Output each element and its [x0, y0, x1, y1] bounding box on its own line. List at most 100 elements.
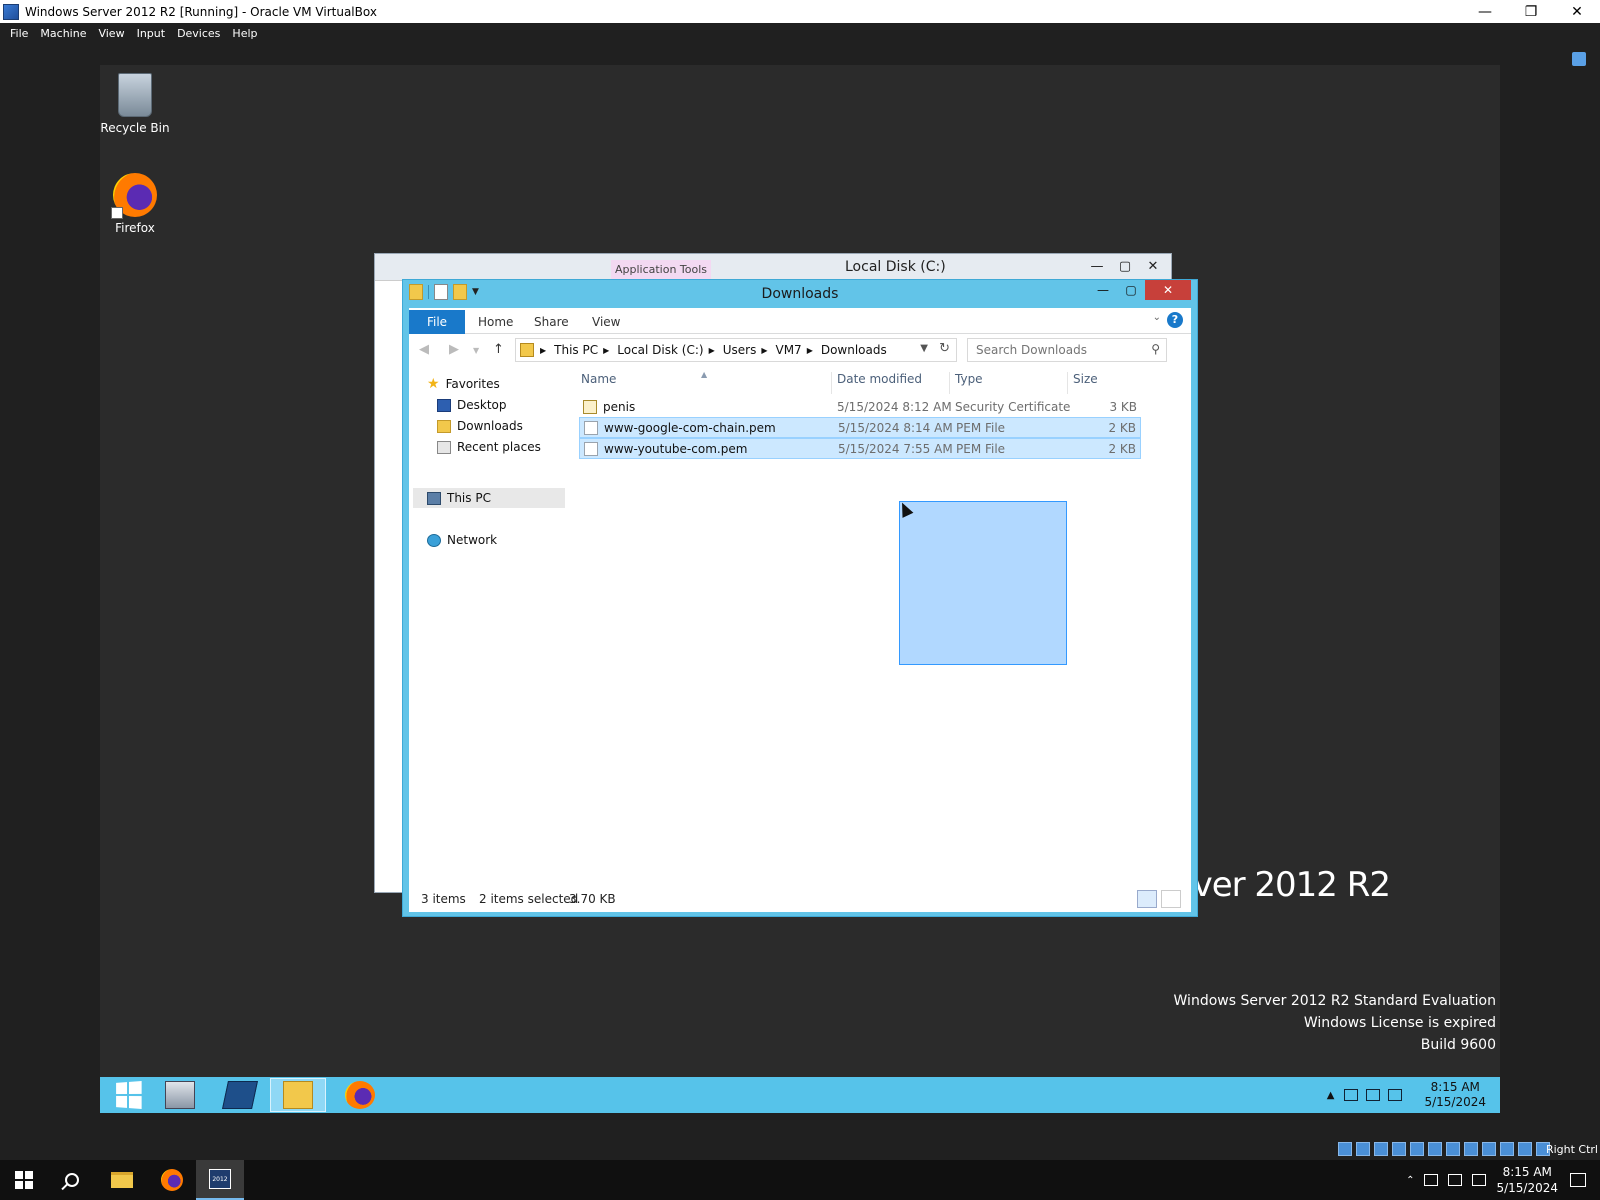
- host-restore-button[interactable]: ❐: [1508, 0, 1554, 23]
- file-list[interactable]: ▲ Name Date modified Type Size penis 5/1…: [579, 366, 1191, 886]
- breadcrumb-users[interactable]: Users: [723, 343, 757, 357]
- optical-drive-icon[interactable]: [1356, 1142, 1370, 1156]
- close-button[interactable]: ✕: [1139, 256, 1167, 276]
- menu-help[interactable]: Help: [232, 27, 257, 40]
- search-box[interactable]: ⚲: [967, 338, 1167, 362]
- file-type: Security Certificate: [955, 399, 1071, 414]
- action-center-flag-icon[interactable]: [1344, 1089, 1359, 1101]
- window-title: Downloads: [761, 286, 839, 302]
- expand-ribbon-icon[interactable]: ⌄: [1153, 312, 1161, 323]
- status-bar: 3 items 2 items selected 3.70 KB: [409, 886, 1191, 912]
- hard-disk-icon[interactable]: [1338, 1142, 1352, 1156]
- license-watermark: Windows Server 2012 R2 Standard Evaluati…: [1174, 990, 1496, 1056]
- desktop-icon-recycle-bin[interactable]: Recycle Bin: [100, 73, 175, 135]
- shared-folders-icon[interactable]: [1446, 1142, 1460, 1156]
- tab-view[interactable]: View: [592, 311, 620, 333]
- breadcrumb-local-disk[interactable]: Local Disk (C:): [617, 343, 703, 357]
- host-search-button[interactable]: [48, 1160, 96, 1200]
- notification-center-icon[interactable]: [1570, 1173, 1586, 1187]
- host-taskbar-virtualbox-vm[interactable]: 2012: [196, 1160, 244, 1200]
- clock-time: 8:15 AM: [1430, 1080, 1480, 1094]
- host-close-button[interactable]: ✕: [1554, 0, 1600, 23]
- cpu-icon[interactable]: [1500, 1142, 1514, 1156]
- watermark-line: Windows License is expired: [1303, 1015, 1496, 1031]
- network-icon[interactable]: [1448, 1174, 1463, 1186]
- downloads-explorer-window[interactable]: ▼ Downloads — ▢ ✕ File Home Share View ⌄…: [402, 279, 1198, 917]
- usb-icon[interactable]: [1428, 1142, 1442, 1156]
- nav-this-pc[interactable]: This PC: [413, 488, 565, 508]
- nav-downloads[interactable]: Downloads: [437, 416, 523, 436]
- refresh-icon[interactable]: ↻: [939, 341, 950, 356]
- column-header-size[interactable]: Size: [1073, 372, 1098, 394]
- volume-muted-icon[interactable]: [1388, 1089, 1403, 1101]
- forward-button[interactable]: ▶: [449, 342, 459, 357]
- mini-toolbar-icon[interactable]: [1572, 52, 1586, 66]
- network-adapter-icon[interactable]: [1410, 1142, 1424, 1156]
- application-tools-tab[interactable]: Application Tools: [611, 260, 711, 280]
- minimize-button[interactable]: —: [1089, 280, 1117, 300]
- host-taskbar-file-explorer[interactable]: [98, 1160, 146, 1200]
- up-button[interactable]: ↑: [493, 342, 504, 357]
- details-view-icon[interactable]: [1137, 890, 1157, 908]
- menu-machine[interactable]: Machine: [40, 27, 86, 40]
- nav-favorites[interactable]: ★ Favorites: [427, 374, 500, 394]
- show-hidden-icons-icon[interactable]: ▲: [1327, 1090, 1335, 1101]
- taskbar-firefox[interactable]: [332, 1078, 388, 1112]
- file-row-selected[interactable]: www-youtube-com.pem 5/15/2024 7:55 AM PE…: [579, 438, 1141, 459]
- search-input[interactable]: [968, 339, 1138, 361]
- nav-desktop[interactable]: Desktop: [437, 395, 507, 415]
- window-titlebar[interactable]: ▼ Downloads — ▢ ✕: [403, 280, 1197, 308]
- webcam-icon[interactable]: [1424, 1174, 1439, 1186]
- file-icon: [584, 420, 598, 435]
- mouse-integration-icon[interactable]: [1518, 1142, 1532, 1156]
- tab-file[interactable]: File: [409, 310, 465, 334]
- menu-input[interactable]: Input: [137, 27, 165, 40]
- maximize-button[interactable]: ▢: [1117, 280, 1145, 300]
- tab-share[interactable]: Share: [534, 311, 569, 333]
- recent-locations-icon[interactable]: ▼: [473, 346, 479, 355]
- column-header-type[interactable]: Type: [955, 372, 983, 394]
- desktop-icon-firefox[interactable]: Firefox: [100, 173, 175, 235]
- menu-devices[interactable]: Devices: [177, 27, 220, 40]
- tab-home[interactable]: Home: [478, 311, 513, 333]
- maximize-button[interactable]: ▢: [1111, 256, 1139, 276]
- column-header-name[interactable]: ▲ Name: [581, 370, 707, 394]
- search-icon[interactable]: ⚲: [1151, 342, 1160, 356]
- star-icon: ★: [427, 376, 440, 392]
- back-button[interactable]: ◀: [419, 342, 429, 357]
- network-icon[interactable]: [1366, 1089, 1381, 1101]
- start-button[interactable]: [100, 1078, 156, 1112]
- file-size: 2 KB: [1108, 420, 1136, 435]
- help-icon[interactable]: ?: [1167, 312, 1183, 328]
- nav-network[interactable]: Network: [427, 530, 497, 550]
- host-taskbar-firefox[interactable]: [148, 1160, 196, 1200]
- recording-icon[interactable]: [1482, 1142, 1496, 1156]
- display-icon[interactable]: [1464, 1142, 1478, 1156]
- taskbar-powershell[interactable]: [212, 1078, 268, 1112]
- breadcrumb-downloads[interactable]: Downloads: [821, 343, 887, 357]
- taskbar-file-explorer[interactable]: [270, 1078, 326, 1112]
- clock-date: 5/15/2024: [1496, 1181, 1558, 1195]
- guest-clock[interactable]: 8:15 AM 5/15/2024: [1424, 1080, 1486, 1110]
- host-minimize-button[interactable]: —: [1462, 0, 1508, 23]
- menu-view[interactable]: View: [98, 27, 124, 40]
- nav-recent-places[interactable]: Recent places: [437, 437, 541, 457]
- show-hidden-icons-icon[interactable]: ⌃: [1406, 1175, 1414, 1186]
- volume-muted-icon[interactable]: [1472, 1174, 1487, 1186]
- taskbar-server-manager[interactable]: [152, 1078, 208, 1112]
- breadcrumb-this-pc[interactable]: This PC: [554, 343, 598, 357]
- large-icons-view-icon[interactable]: [1161, 890, 1181, 908]
- close-button[interactable]: ✕: [1145, 280, 1191, 300]
- address-dropdown-icon[interactable]: ▼: [920, 343, 928, 354]
- breadcrumb-vm7[interactable]: VM7: [775, 343, 801, 357]
- audio-icon[interactable]: [1392, 1142, 1406, 1156]
- minimize-button[interactable]: —: [1083, 256, 1111, 276]
- column-header-date-modified[interactable]: Date modified: [837, 372, 922, 394]
- file-row-selected[interactable]: www-google-com-chain.pem 5/15/2024 8:14 …: [579, 417, 1141, 438]
- host-start-button[interactable]: [0, 1160, 48, 1200]
- floppy-icon[interactable]: [1374, 1142, 1388, 1156]
- file-row[interactable]: penis 5/15/2024 8:12 AM Security Certifi…: [579, 396, 1141, 417]
- address-bar[interactable]: ▶ This PC ▶ Local Disk (C:) ▶ Users ▶ VM…: [515, 338, 957, 362]
- menu-file[interactable]: File: [10, 27, 28, 40]
- host-clock[interactable]: 8:15 AM 5/15/2024: [1496, 1164, 1558, 1196]
